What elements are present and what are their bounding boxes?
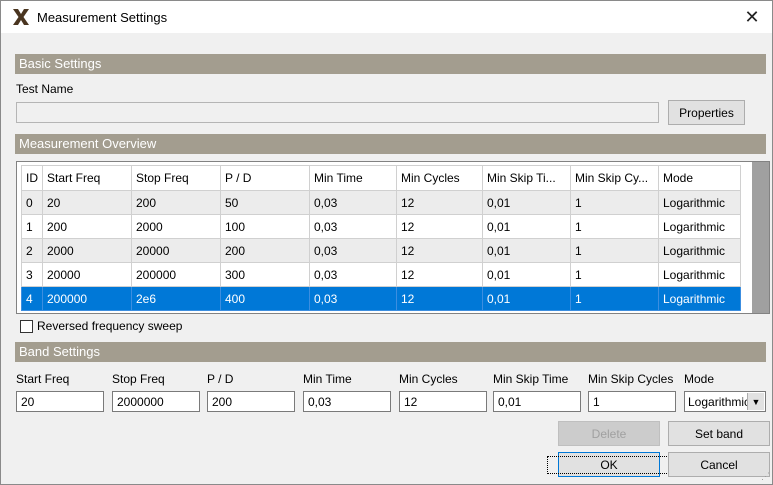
table-cell: 20000 xyxy=(42,262,132,287)
pd-label: P / D xyxy=(207,372,234,386)
ok-button[interactable]: OK xyxy=(547,452,671,477)
column-header[interactable]: Start Freq xyxy=(42,165,132,191)
table-cell: 200 xyxy=(220,238,310,263)
table-cell: 1 xyxy=(570,238,659,263)
table-cell: Logarithmic xyxy=(658,262,741,287)
test-name-label: Test Name xyxy=(16,82,74,96)
table-cell: 0,03 xyxy=(309,262,397,287)
table-row[interactable]: 0 20 200 50 0,03 12 0,01 1 Logarithmic xyxy=(21,190,741,215)
delete-button[interactable]: Delete xyxy=(558,421,660,446)
table-cell: Logarithmic xyxy=(658,238,741,263)
table-cell: 0,03 xyxy=(309,214,397,239)
table-cell: 3 xyxy=(21,262,43,287)
table-scrollbar[interactable] xyxy=(752,162,769,313)
test-name-input[interactable] xyxy=(16,102,659,123)
start-freq-input[interactable] xyxy=(16,391,104,412)
table-cell: 0,01 xyxy=(482,190,571,215)
table-cell: 20000 xyxy=(131,238,221,263)
table-cell: 0 xyxy=(21,190,43,215)
column-header[interactable]: Min Skip Cy... xyxy=(570,165,659,191)
table-cell: 1 xyxy=(570,214,659,239)
table-row-selected[interactable]: 4 200000 2e6 400 0,03 12 0,01 1 Logarith… xyxy=(21,286,741,311)
table-cell: 200000 xyxy=(42,286,132,311)
min-cycles-label: Min Cycles xyxy=(399,372,458,386)
min-skip-time-input[interactable] xyxy=(493,391,581,412)
table-cell: 12 xyxy=(396,286,483,311)
table-cell: 4 xyxy=(21,286,43,311)
table-cell: 2000 xyxy=(42,238,132,263)
table-cell: 12 xyxy=(396,190,483,215)
min-skip-cycles-input[interactable] xyxy=(588,391,676,412)
mode-label: Mode xyxy=(684,372,715,386)
table-cell: 1 xyxy=(570,262,659,287)
min-time-input[interactable] xyxy=(303,391,391,412)
table-cell: 20 xyxy=(42,190,132,215)
min-skip-time-label: Min Skip Time xyxy=(493,372,569,386)
measurement-settings-window: Measurement Settings ✕ Basic Settings Te… xyxy=(0,0,773,485)
column-header[interactable]: Min Time xyxy=(309,165,397,191)
table-row[interactable]: 2 2000 20000 200 0,03 12 0,01 1 Logarith… xyxy=(21,238,741,263)
table-cell: 0,01 xyxy=(482,262,571,287)
table-cell: 0,03 xyxy=(309,238,397,263)
basic-settings-header: Basic Settings xyxy=(15,54,766,74)
reversed-sweep-checkbox[interactable] xyxy=(20,320,33,333)
table-cell: 200 xyxy=(131,190,221,215)
table-cell: 50 xyxy=(220,190,310,215)
column-header[interactable]: Min Cycles xyxy=(396,165,483,191)
title-bar: Measurement Settings ✕ xyxy=(1,1,772,33)
resize-grip-icon[interactable]: ⋰ xyxy=(761,471,770,482)
table-cell: 300 xyxy=(220,262,310,287)
measurement-table: ID Start Freq Stop Freq P / D Min Time M… xyxy=(16,161,770,314)
table-cell: 400 xyxy=(220,286,310,311)
mode-select[interactable]: Logarithmic ▼ xyxy=(684,391,766,412)
min-time-label: Min Time xyxy=(303,372,352,386)
table-cell: 0,01 xyxy=(482,214,571,239)
cancel-button[interactable]: Cancel xyxy=(668,452,770,477)
table-cell: 0,01 xyxy=(482,286,571,311)
table-row[interactable]: 3 20000 200000 300 0,03 12 0,01 1 Logari… xyxy=(21,262,741,287)
band-settings-header: Band Settings xyxy=(15,342,766,362)
table-cell: 200 xyxy=(42,214,132,239)
reversed-sweep-label[interactable]: Reversed frequency sweep xyxy=(37,319,182,333)
ok-button-label: OK xyxy=(547,455,671,474)
table-header-row: ID Start Freq Stop Freq P / D Min Time M… xyxy=(21,165,741,191)
stop-freq-label: Stop Freq xyxy=(112,372,165,386)
column-header[interactable]: Min Skip Ti... xyxy=(482,165,571,191)
column-header[interactable]: Stop Freq xyxy=(131,165,221,191)
pd-input[interactable] xyxy=(207,391,295,412)
table-cell: 0,03 xyxy=(309,190,397,215)
set-band-button[interactable]: Set band xyxy=(668,421,770,446)
mode-select-value: Logarithmic xyxy=(688,395,751,409)
table-cell: 1 xyxy=(570,286,659,311)
table-cell: 2 xyxy=(21,238,43,263)
table-cell: 0,01 xyxy=(482,238,571,263)
table-cell: 2e6 xyxy=(131,286,221,311)
column-header[interactable]: Mode xyxy=(658,165,741,191)
table-cell: Logarithmic xyxy=(658,190,741,215)
table-cell: 12 xyxy=(396,262,483,287)
close-icon[interactable]: ✕ xyxy=(732,1,772,33)
min-cycles-input[interactable] xyxy=(399,391,487,412)
min-skip-cycles-label: Min Skip Cycles xyxy=(588,372,674,386)
table-cell: 0,03 xyxy=(309,286,397,311)
window-title: Measurement Settings xyxy=(37,10,168,25)
table-cell: 12 xyxy=(396,214,483,239)
chevron-down-icon[interactable]: ▼ xyxy=(747,393,764,410)
measurement-overview-header: Measurement Overview xyxy=(15,134,766,154)
column-header[interactable]: ID xyxy=(21,165,43,191)
start-freq-label: Start Freq xyxy=(16,372,70,386)
app-x-logo-icon xyxy=(13,9,29,25)
table-cell: 1 xyxy=(570,190,659,215)
table-cell: 100 xyxy=(220,214,310,239)
table-cell: 200000 xyxy=(131,262,221,287)
stop-freq-input[interactable] xyxy=(112,391,200,412)
table-cell: Logarithmic xyxy=(658,214,741,239)
table-row[interactable]: 1 200 2000 100 0,03 12 0,01 1 Logarithmi… xyxy=(21,214,741,239)
table-cell: 1 xyxy=(21,214,43,239)
table-cell: 12 xyxy=(396,238,483,263)
column-header[interactable]: P / D xyxy=(220,165,310,191)
properties-button[interactable]: Properties xyxy=(668,100,745,125)
table-cell: Logarithmic xyxy=(658,286,741,311)
table-cell: 2000 xyxy=(131,214,221,239)
